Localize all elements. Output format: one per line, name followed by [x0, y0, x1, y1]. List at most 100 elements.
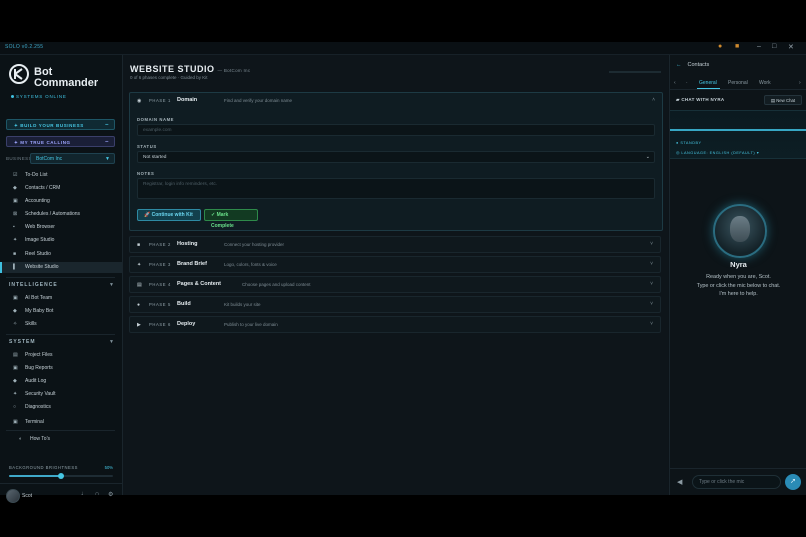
send-icon[interactable]: ➚	[785, 474, 801, 490]
sidebar-item-audit-log[interactable]: ◆ Audit Log	[0, 376, 122, 387]
chevron-up-icon: ˄	[652, 97, 655, 103]
phase-row-build[interactable]: ● PHASE 5 Build Kit builds your site ˅	[129, 296, 661, 313]
accounting-icon: ▣	[13, 198, 18, 204]
build-icon: ●	[137, 302, 141, 308]
section-intelligence[interactable]: INTELLIGENCE ▼	[9, 282, 114, 288]
sidebar-item-terminal[interactable]: ▣ Terminal	[0, 417, 122, 428]
sidebar-item-skills[interactable]: ✧ Skills	[0, 319, 122, 330]
brightness-slider-fill	[9, 475, 61, 477]
tabs-next-icon[interactable]: ›	[799, 80, 801, 86]
rocket-icon: 🚀	[144, 212, 152, 218]
domain-input[interactable]: example.com	[137, 124, 655, 136]
phase-description: Publish to your live domain	[224, 322, 278, 327]
sidebar-item-label: Image Studio	[25, 237, 55, 243]
sidebar-item-label: Accounting	[25, 198, 50, 204]
chat-input[interactable]: Type or click the mic	[692, 475, 781, 489]
chevron-down-icon: ▾	[756, 151, 760, 155]
tabs-prev-icon[interactable]: ‹	[674, 80, 676, 86]
continue-with-kit-button[interactable]: 🚀 Continue with Kit	[137, 209, 201, 221]
contacts-panel: ← Contacts ‹ · General Personal Work › ▰ …	[669, 55, 806, 495]
coin-icon[interactable]: ●	[718, 43, 722, 50]
divider	[6, 334, 115, 335]
tab-general[interactable]: General	[699, 80, 717, 86]
sidebar-item-image-studio[interactable]: ✦ Image Studio	[0, 235, 122, 246]
phase-number: PHASE 3	[149, 262, 171, 267]
audit-icon: ◆	[13, 378, 17, 384]
tab-work[interactable]: Work	[759, 80, 771, 86]
sidebar-item-security-vault[interactable]: ✦ Security Vault	[0, 389, 122, 400]
chevron-down-icon: ⌄	[645, 154, 650, 160]
skills-icon: ✧	[13, 321, 18, 327]
headphones-icon[interactable]: ∩	[95, 491, 99, 497]
sidebar-item-reel-studio[interactable]: ■ Reel Studio	[0, 249, 122, 260]
language-readout[interactable]: ◎ LANGUAGE: ENGLISH (DEFAULT) ▾	[676, 150, 759, 155]
sidebar-item-label: Terminal	[25, 419, 44, 425]
phase-row-brand-brief[interactable]: ✦ PHASE 3 Brand Brief Logo, colors, font…	[129, 256, 661, 273]
avatar[interactable]	[6, 489, 20, 503]
sidebar-item-bug-reports[interactable]: ▣ Bug Reports	[0, 363, 122, 374]
new-chat-label: New Chat	[776, 98, 796, 103]
phase-description: Choose pages and upload content	[242, 282, 311, 287]
title-bar: SOLO v0.2.255 ● ■ – □ ✕	[0, 42, 806, 55]
sidebar-item-label: Reel Studio	[25, 251, 51, 257]
globe-icon: ◉	[137, 98, 142, 104]
sidebar-item-contacts[interactable]: ◆ Contacts / CRM	[0, 183, 122, 194]
phase-row-hosting[interactable]: ■ PHASE 2 Hosting Connect your hosting p…	[129, 236, 661, 253]
maximize-icon[interactable]: □	[772, 43, 776, 50]
phase-card-domain: ◉ PHASE 1 Domain Find and verify your do…	[129, 92, 663, 231]
voice-waveform: ● STANDBY ◎ LANGUAGE: ENGLISH (DEFAULT) …	[670, 110, 806, 159]
sidebar-item-project-files[interactable]: ▤ Project Files	[0, 350, 122, 361]
phase-row-deploy[interactable]: ▶ PHASE 6 Deploy Publish to your live do…	[129, 316, 661, 333]
sidebar-item-website-studio[interactable]: ▌ Website Studio	[0, 262, 122, 273]
lock-icon[interactable]: ■	[735, 43, 739, 50]
gear-icon[interactable]: ⚙	[108, 491, 113, 498]
brightness-slider-knob[interactable]	[58, 473, 64, 479]
sidebar-item-accounting[interactable]: ▣ Accounting	[0, 196, 122, 207]
microphone-icon[interactable]: ♩	[81, 491, 87, 497]
sidebar-item-schedules[interactable]: ⊠ Schedules / Automations	[0, 209, 122, 220]
true-calling-button[interactable]: ✦ MY TRUE CALLING –	[6, 136, 115, 147]
phase-description: Find and verify your domain name	[224, 98, 293, 103]
minimize-icon[interactable]: –	[757, 43, 761, 50]
phase-header-domain[interactable]: ◉ PHASE 1 Domain Find and verify your do…	[130, 93, 662, 110]
bot-greeting-line: Type or click the mic below to chat.	[696, 282, 781, 289]
contacts-icon: ◆	[13, 185, 17, 191]
phase-row-pages-content[interactable]: ▤ PHASE 4 Pages & Content Choose pages a…	[129, 276, 661, 293]
sidebar-item-ai-bot-team[interactable]: ▣ AI Bot Team	[0, 293, 122, 304]
sidebar-item-label: Audit Log	[25, 378, 47, 384]
collapse-icon: –	[105, 139, 109, 145]
diagnostics-icon: ○	[13, 404, 17, 410]
tab-dot-icon: ·	[686, 80, 688, 86]
build-business-button[interactable]: ✦ BUILD YOUR BUSINESS –	[6, 119, 115, 130]
phase-number: PHASE 2	[149, 242, 171, 247]
close-icon[interactable]: ✕	[788, 43, 794, 51]
notes-textarea[interactable]: Registrar, login info reminders, etc.	[137, 178, 655, 199]
business-select[interactable]: BotCom Inc ▼	[30, 153, 115, 164]
sidebar-item-todo[interactable]: ☑ To-Do List	[0, 170, 122, 181]
sidebar-item-label: Skills	[25, 321, 37, 327]
section-system[interactable]: SYSTEM ▼	[9, 339, 114, 345]
sidebar-item-label: My Baby Bot	[25, 308, 54, 314]
speaker-icon[interactable]: ◀	[677, 478, 682, 486]
sidebar-item-browser[interactable]: ▪ Web Browser	[0, 222, 122, 233]
back-arrow-icon[interactable]: ←	[676, 62, 682, 68]
panel-header: ← Contacts	[676, 62, 709, 68]
schedule-icon: ⊠	[13, 211, 18, 217]
app-window: SOLO v0.2.255 ● ■ – □ ✕ Bot Commander SY…	[0, 42, 806, 503]
user-name: Scot	[22, 493, 33, 499]
sidebar-item-diagnostics[interactable]: ○ Diagnostics	[0, 402, 122, 413]
sidebar-item-howtos[interactable]: ◐ How To's	[0, 434, 122, 445]
phase-number: PHASE 6	[149, 322, 171, 327]
tab-personal[interactable]: Personal	[728, 80, 748, 86]
status-select[interactable]: Not started ⌄	[137, 151, 655, 163]
sidebar-item-baby-bot[interactable]: ◆ My Baby Bot	[0, 306, 122, 317]
bot-team-icon: ▣	[13, 295, 18, 301]
baby-bot-icon: ◆	[13, 308, 17, 314]
bot-greeting: Ready when you are, Scot. Type or click …	[670, 273, 806, 299]
version-label: SOLO v0.2.255	[5, 44, 44, 50]
chat-header-text: CHAT WITH NYRA	[681, 97, 725, 102]
mark-complete-button[interactable]: ✓ Mark Complete	[204, 209, 258, 229]
sidebar-item-label: Web Browser	[25, 224, 55, 230]
new-chat-button[interactable]: ▤ New Chat	[764, 95, 802, 105]
sidebar-item-label: How To's	[30, 436, 51, 442]
